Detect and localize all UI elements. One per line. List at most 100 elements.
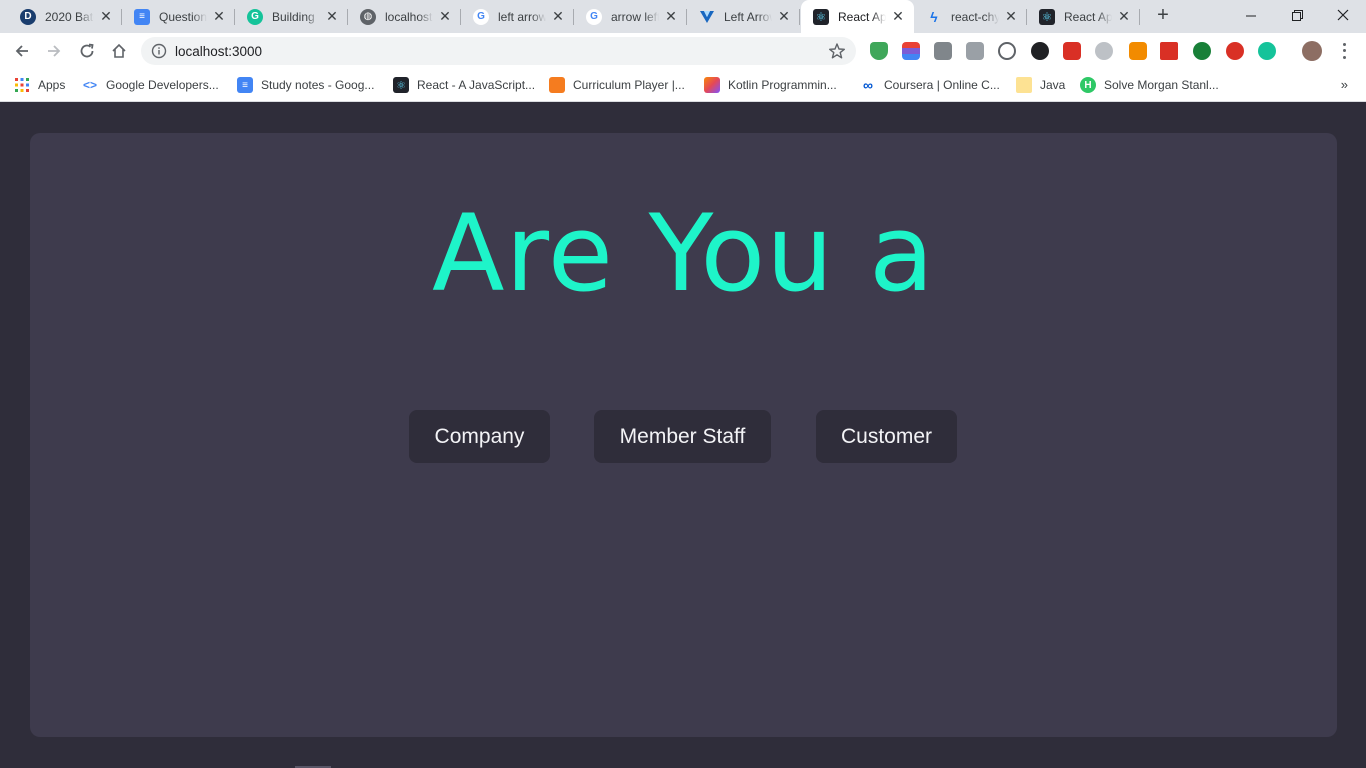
bookmark-curriculum-player[interactable]: Curriculum Player |... (549, 75, 685, 95)
role-selection-card: Are You a Company Member Staff Customer (30, 133, 1337, 737)
page-heading: Are You a (431, 192, 936, 315)
info-icon[interactable] (151, 43, 167, 59)
bookmark-react[interactable]: ⚛ React - A JavaScript... (393, 75, 535, 95)
tab-strip: D 2020 Batch ✕ ≡ Questions ✕ G Building … (0, 0, 1366, 33)
reload-button[interactable] (75, 39, 99, 63)
tab-title: react-chy (951, 9, 999, 24)
tab-title: left arrow (498, 9, 546, 24)
shield-extension-icon[interactable] (870, 42, 888, 60)
bookmark-label: Java (1040, 78, 1066, 92)
close-tab-icon[interactable]: ✕ (776, 8, 792, 25)
bookmark-label: Study notes - Goog... (261, 78, 375, 92)
close-tab-icon[interactable]: ✕ (1116, 8, 1132, 25)
circle-extension-icon[interactable] (998, 42, 1016, 60)
restore-icon (1291, 9, 1303, 21)
home-icon (112, 43, 126, 58)
react-icon: ⚛ (1039, 8, 1055, 25)
tab-questions[interactable]: ≡ Questions ✕ (122, 0, 235, 33)
tab-title: Left Arrow (724, 9, 772, 24)
react-icon: ⚛ (813, 8, 829, 25)
close-tab-icon[interactable]: ✕ (1003, 8, 1019, 25)
tab-left-arrow-vuetify[interactable]: Left Arrow ✕ (687, 0, 800, 33)
folder-icon (1016, 77, 1032, 93)
hackerrank-icon: H (1080, 77, 1096, 93)
bookmark-study-notes[interactable]: ≡ Study notes - Goog... (237, 75, 374, 95)
compass-extension-icon[interactable] (1095, 42, 1113, 60)
tab-building[interactable]: G Building ✕ (235, 0, 348, 33)
restore-button[interactable] (1274, 0, 1320, 30)
address-url[interactable]: localhost:3000 (175, 44, 262, 59)
coursera-icon: ∞ (863, 77, 873, 93)
company-button[interactable]: Company (409, 410, 550, 463)
reload-icon (80, 43, 94, 58)
d-logo-icon: D (20, 8, 36, 25)
red-extension-icon[interactable] (1063, 42, 1081, 60)
eyedropper-extension-icon[interactable] (966, 42, 984, 60)
bookmark-kotlin[interactable]: Kotlin Programmin... (704, 75, 837, 95)
bookmark-apps[interactable]: Apps (14, 75, 65, 95)
bookmark-label: Solve Morgan Stanl... (1104, 78, 1219, 92)
yab-extension-icon[interactable] (1226, 42, 1244, 60)
customer-button[interactable]: Customer (816, 410, 957, 463)
tab-2020-batch[interactable]: D 2020 Batch ✕ (8, 0, 122, 33)
close-tab-icon[interactable]: ✕ (211, 8, 227, 25)
off-extension-icon[interactable] (1129, 42, 1147, 60)
close-tab-icon[interactable]: ✕ (890, 8, 906, 25)
stacked-bars-extension-icon[interactable] (902, 42, 920, 60)
address-bar[interactable]: localhost:3000 (141, 37, 856, 65)
lightning-icon: ϟ (930, 8, 938, 25)
globe-extension-icon[interactable] (1193, 42, 1211, 60)
avatar[interactable] (1302, 41, 1322, 61)
bookmark-coursera[interactable]: ∞ Coursera | Online C... (860, 75, 1000, 95)
bookmark-java-folder[interactable]: Java (1016, 75, 1065, 95)
arrow-right-icon (48, 45, 61, 57)
member-staff-button[interactable]: Member Staff (594, 410, 771, 463)
bookmark-google-developers[interactable]: <> Google Developers... (82, 75, 219, 95)
close-tab-icon[interactable]: ✕ (324, 8, 340, 25)
bookmark-label: Kotlin Programmin... (728, 78, 837, 92)
grammarly-extension-icon[interactable] (1258, 42, 1276, 60)
bookmark-label: Apps (38, 78, 66, 92)
megaphone-extension-icon[interactable] (1160, 42, 1178, 60)
google-icon: G (473, 8, 489, 25)
close-tab-icon[interactable]: ✕ (98, 8, 114, 25)
vuetify-icon (699, 9, 715, 25)
close-tab-icon[interactable]: ✕ (663, 8, 679, 25)
home-button[interactable] (107, 39, 131, 63)
bookmark-label: Coursera | Online C... (884, 78, 1000, 92)
tab-title: Building (272, 9, 315, 24)
forward-button[interactable] (42, 39, 66, 63)
arrow-left-icon (15, 45, 28, 57)
google-docs-icon: ≡ (134, 8, 150, 25)
kotlin-icon (704, 77, 720, 93)
tab-left-arrow[interactable]: G left arrow ✕ (461, 0, 574, 33)
back-button[interactable] (10, 39, 34, 63)
close-tab-icon[interactable]: ✕ (437, 8, 453, 25)
react-icon: ⚛ (393, 77, 409, 93)
tab-title: React App (838, 9, 886, 24)
bookmark-solve-morgan-stanley[interactable]: H Solve Morgan Stanl... (1080, 75, 1219, 95)
google-docs-icon: ≡ (237, 77, 253, 93)
globe-icon: ◍ (360, 8, 376, 25)
browser-toolbar: localhost:3000 (0, 33, 1366, 69)
close-window-button[interactable] (1320, 0, 1366, 30)
bookmark-label: React - A JavaScript... (417, 78, 536, 92)
menu-kebab-icon[interactable] (1336, 41, 1352, 61)
minimize-button[interactable] (1228, 0, 1274, 30)
tab-localhost[interactable]: ◍ localhost ✕ (348, 0, 461, 33)
tab-react-app[interactable]: ⚛ React App ✕ (1027, 0, 1140, 33)
bookmarks-overflow-button[interactable]: » (1341, 77, 1348, 92)
paw-extension-icon[interactable] (1031, 42, 1049, 60)
tab-title: arrow left (611, 9, 659, 24)
camera-extension-icon[interactable] (934, 42, 952, 60)
star-bookmark-icon[interactable] (828, 42, 846, 60)
tab-react-chy[interactable]: ϟ react-chy ✕ (914, 0, 1027, 33)
new-tab-button[interactable]: + (1152, 5, 1174, 27)
google-developers-icon: <> (82, 78, 97, 92)
bookmarks-bar: Apps <> Google Developers... ≡ Study not… (0, 69, 1366, 102)
close-tab-icon[interactable]: ✕ (550, 8, 566, 25)
tab-react-app-active[interactable]: ⚛ React App ✕ (801, 0, 914, 33)
bookmark-label: Google Developers... (106, 78, 219, 92)
cube-icon (549, 77, 565, 93)
tab-arrow-left[interactable]: G arrow left ✕ (574, 0, 687, 33)
